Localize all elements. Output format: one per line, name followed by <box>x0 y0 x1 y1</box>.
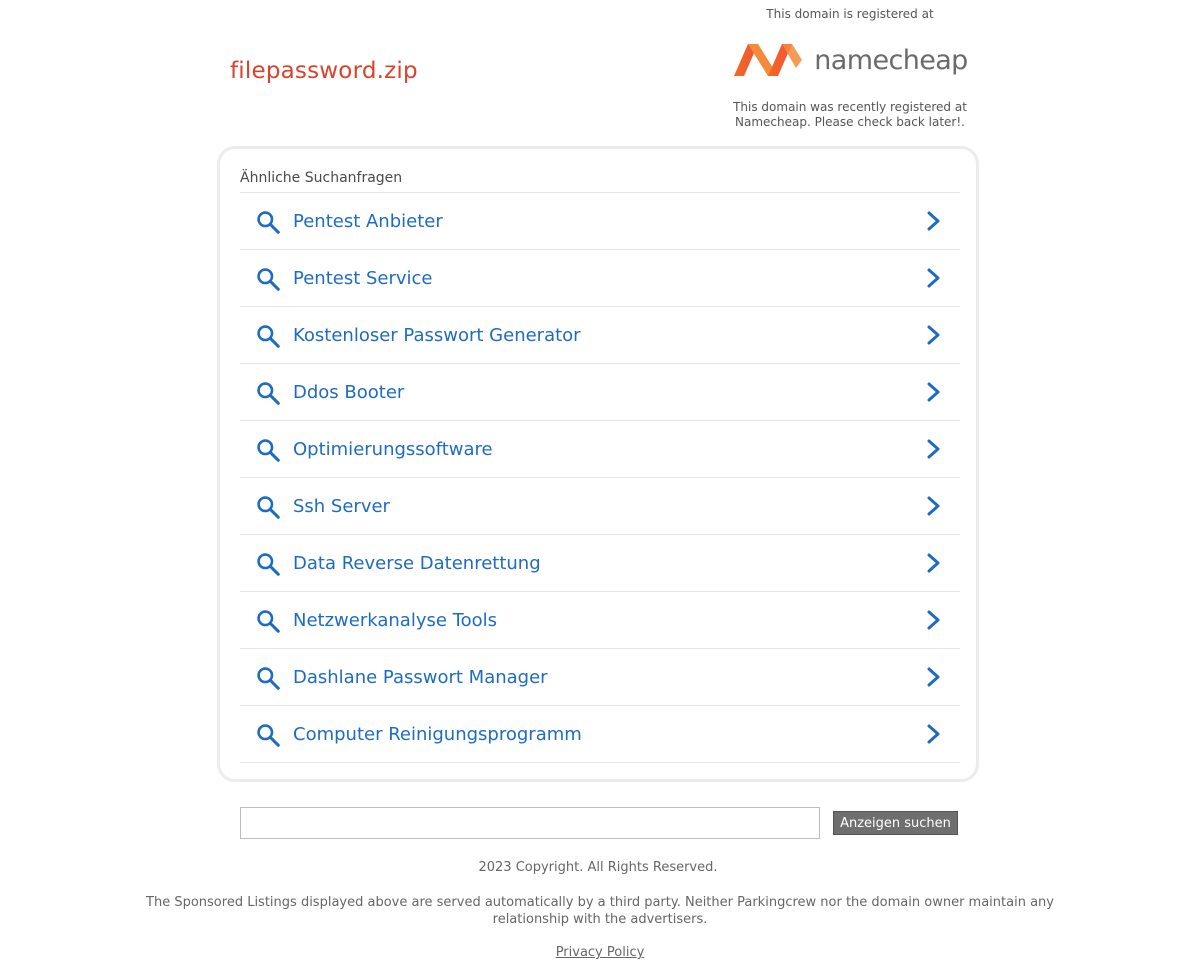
related-search-label: Ddos Booter <box>293 381 405 403</box>
chevron-right-icon <box>927 667 940 687</box>
related-search-item[interactable]: Kostenloser Passwort Generator <box>240 307 960 364</box>
search-icon <box>257 610 280 633</box>
registrar-top-note: This domain is registered at <box>766 7 934 21</box>
related-search-item[interactable]: Data Reverse Datenrettung <box>240 535 960 592</box>
related-search-item[interactable]: Ddos Booter <box>240 364 960 421</box>
search-icon <box>257 553 280 576</box>
namecheap-logo[interactable]: namecheap <box>720 32 980 88</box>
registrar-bottom-note-line1: This domain was recently registered at <box>733 100 967 114</box>
search-icon <box>257 496 280 519</box>
domain-title: filepassword.zip <box>230 58 418 84</box>
related-searches-card: Ähnliche Suchanfragen Pentest Anbieter Pe… <box>217 146 979 782</box>
related-search-label: Optimierungssoftware <box>293 438 493 460</box>
related-search-label: Data Reverse Datenrettung <box>293 552 541 574</box>
chevron-right-icon <box>927 496 940 516</box>
namecheap-wordmark: namecheap <box>814 44 968 76</box>
chevron-right-icon <box>927 382 940 402</box>
chevron-right-icon <box>927 325 940 345</box>
search-icon <box>257 439 280 462</box>
ad-search-form: Anzeigen suchen <box>240 807 960 839</box>
related-search-item[interactable]: Netzwerkanalyse Tools <box>240 592 960 649</box>
chevron-right-icon <box>927 724 940 744</box>
search-icon <box>257 211 280 234</box>
privacy-footer: Privacy Policy <box>0 945 1200 960</box>
related-search-item[interactable]: Ssh Server <box>240 478 960 535</box>
chevron-right-icon <box>927 268 940 288</box>
related-searches-list: Pentest Anbieter Pentest Service Kostenlos… <box>240 192 960 763</box>
related-search-item[interactable]: Dashlane Passwort Manager <box>240 649 960 706</box>
search-icon <box>257 382 280 405</box>
related-search-item[interactable]: Pentest Service <box>240 250 960 307</box>
chevron-right-icon <box>927 553 940 573</box>
related-search-label: Kostenloser Passwort Generator <box>293 324 581 346</box>
parked-domain-page: filepassword.zip This domain is register… <box>0 0 1200 974</box>
related-search-label: Netzwerkanalyse Tools <box>293 609 497 631</box>
chevron-right-icon <box>927 439 940 459</box>
related-search-label: Ssh Server <box>293 495 390 517</box>
chevron-right-icon <box>927 211 940 231</box>
related-search-label: Dashlane Passwort Manager <box>293 666 548 688</box>
related-search-item[interactable]: Computer Reinigungsprogramm <box>240 706 960 763</box>
related-search-label: Pentest Anbieter <box>293 210 443 232</box>
related-search-item[interactable]: Pentest Anbieter <box>240 193 960 250</box>
registrar-bottom-note-line2: Namecheap. Please check back later!. <box>735 115 965 129</box>
related-search-label: Computer Reinigungsprogramm <box>293 723 582 745</box>
registrar-bottom-note: This domain was recently registered at N… <box>720 100 980 130</box>
registrar-box: This domain is registered at namecheap T… <box>720 6 980 130</box>
search-icon <box>257 268 280 291</box>
ad-search-button[interactable]: Anzeigen suchen <box>833 811 958 835</box>
disclaimer-line2: relationship with the advertisers. <box>492 912 708 927</box>
disclaimer-text: The Sponsored Listings displayed above a… <box>0 894 1200 928</box>
namecheap-logo-icon <box>734 44 803 76</box>
search-icon <box>257 667 280 690</box>
ad-search-input[interactable] <box>240 807 820 839</box>
privacy-policy-link[interactable]: Privacy Policy <box>556 945 645 960</box>
related-search-label: Pentest Service <box>293 267 433 289</box>
search-icon <box>257 724 280 747</box>
related-searches-title: Ähnliche Suchanfragen <box>240 170 403 186</box>
related-search-item[interactable]: Optimierungssoftware <box>240 421 960 478</box>
search-icon <box>257 325 280 348</box>
copyright-text: 2023 Copyright. All Rights Reserved. <box>478 860 718 875</box>
chevron-right-icon <box>927 610 940 630</box>
disclaimer-line1: The Sponsored Listings displayed above a… <box>146 895 1054 910</box>
